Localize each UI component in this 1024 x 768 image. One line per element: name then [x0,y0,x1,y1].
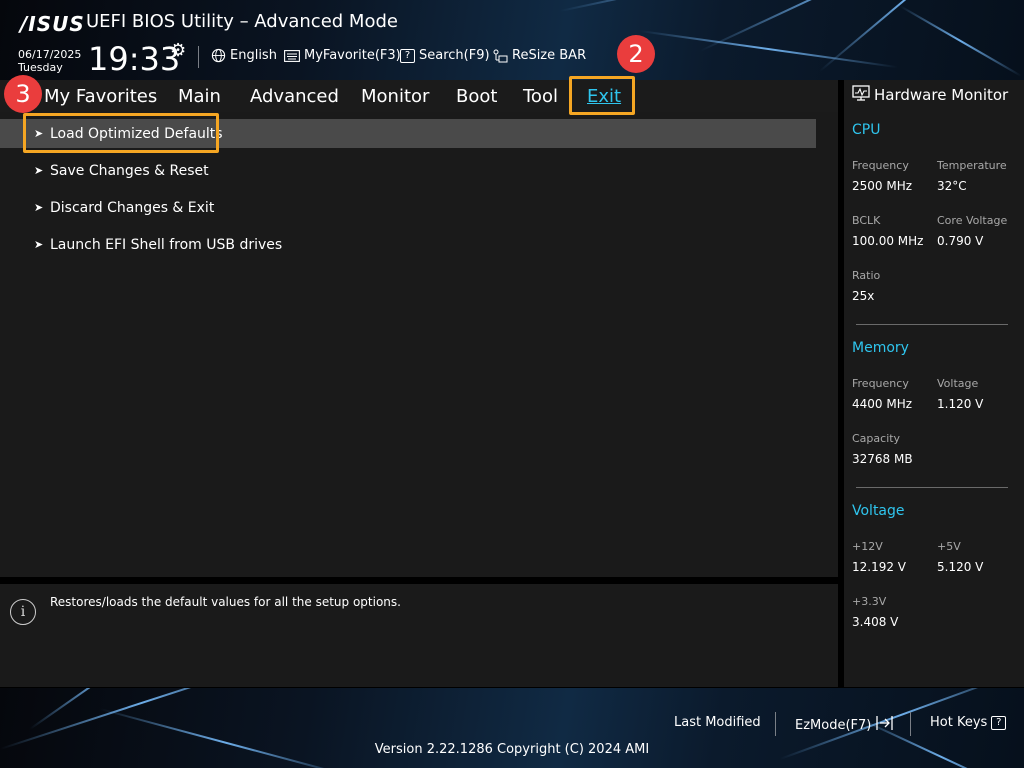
memory-frequency-value: 4400 MHz [852,397,913,411]
tab-boot[interactable]: Boot [456,86,497,107]
menu-item-discard-changes-exit[interactable]: ➤ Discard Changes & Exit [0,193,816,222]
question-icon: ? [991,715,1007,730]
v5-label: +5V [937,540,961,553]
footer-divider [910,712,911,736]
language-button[interactable]: English [210,48,277,63]
keyboard-icon [284,49,300,63]
arrow-right-icon: ➤ [34,238,44,251]
memory-voltage-value: 1.120 V [937,397,984,411]
hot-keys-button[interactable]: Hot Keys ? [930,715,1007,730]
memory-heading: Memory [852,340,909,356]
hardware-monitor-title: Hardware Monitor [852,85,1008,105]
cpu-frequency-label: Frequency [852,159,909,172]
search-button[interactable]: ? Search(F9) [400,48,490,63]
arrow-right-icon: ➤ [34,164,44,177]
hw-divider [856,324,1008,325]
clock[interactable]: 19:33 [88,40,180,78]
date-text: 06/17/2025 [18,48,82,61]
header-divider [198,46,199,68]
question-icon: ? [400,48,415,63]
tab-advanced[interactable]: Advanced [250,86,339,107]
capacity-value: 32768 MB [852,452,913,466]
memory-frequency-label: Frequency [852,377,909,390]
version-text: Version 2.22.1286 Copyright (C) 2024 AMI [374,742,650,757]
main-tab-bar: My Favorites Main Advanced Monitor Boot … [0,80,838,112]
ratio-value: 25x [852,289,875,303]
ratio-label: Ratio [852,269,881,282]
monitor-icon [852,85,870,105]
exit-arrow-icon [875,715,895,735]
menu-item-launch-efi-shell[interactable]: ➤ Launch EFI Shell from USB drives [0,230,816,259]
resize-bar-label: ReSize BAR [512,48,587,63]
bclk-label: BCLK [852,214,881,227]
exit-menu-panel: ➤ Load Optimized Defaults ➤ Save Changes… [0,112,838,577]
voltage-heading: Voltage [852,503,905,519]
app-title: UEFI BIOS Utility – Advanced Mode [86,11,398,32]
tab-exit[interactable]: Exit [587,86,621,107]
footer-divider [775,712,776,736]
v33-value: 3.408 V [852,615,899,629]
menu-item-label: Discard Changes & Exit [50,199,215,216]
v33-label: +3.3V [852,595,887,608]
last-modified-button[interactable]: Last Modified [674,715,761,730]
step-badge-3: 3 [4,75,42,113]
ezmode-label: EzMode(F7) [795,717,872,733]
gear-icon[interactable]: ⚙ [170,40,186,61]
v5-value: 5.120 V [937,560,984,574]
help-text: Restores/loads the default values for al… [50,595,401,609]
cpu-heading: CPU [852,122,881,138]
ezmode-button[interactable]: EzMode(F7) [795,715,895,735]
hw-divider [856,487,1008,488]
asus-logo: /ISUS [20,12,85,36]
core-voltage-value: 0.790 V [937,234,984,248]
arrow-right-icon: ➤ [34,127,44,140]
menu-item-load-optimized-defaults[interactable]: ➤ Load Optimized Defaults [0,119,816,148]
tab-monitor[interactable]: Monitor [361,86,429,107]
memory-voltage-label: Voltage [937,377,979,390]
day-text: Tuesday [18,61,63,74]
menu-item-label: Save Changes & Reset [50,162,209,179]
menu-item-label: Launch EFI Shell from USB drives [50,236,283,253]
cpu-temperature-value: 32°C [937,179,967,193]
language-label: English [230,48,277,63]
myfavorite-button[interactable]: MyFavorite(F3) [284,48,401,63]
cpu-frequency-value: 2500 MHz [852,179,913,193]
menu-item-save-changes-reset[interactable]: ➤ Save Changes & Reset [0,156,816,185]
arrow-right-icon: ➤ [34,201,44,214]
tab-tool[interactable]: Tool [523,86,558,107]
hot-keys-label: Hot Keys [930,715,988,730]
hardware-monitor-panel: Hardware Monitor CPU Frequency Temperatu… [844,80,1024,687]
core-voltage-label: Core Voltage [937,214,1008,227]
myfavorite-label: MyFavorite(F3) [304,48,401,63]
resize-bar-icon [492,49,508,63]
capacity-label: Capacity [852,432,901,445]
resize-bar-button[interactable]: ReSize BAR [492,48,586,63]
menu-item-label: Load Optimized Defaults [50,125,223,142]
cpu-temperature-label: Temperature [937,159,1007,172]
tab-my-favorites[interactable]: My Favorites [44,86,157,107]
step-badge-2: 2 [617,35,655,73]
search-label: Search(F9) [419,48,490,63]
globe-icon [210,48,226,63]
v12-label: +12V [852,540,883,553]
v12-value: 12.192 V [852,560,907,574]
hardware-monitor-label: Hardware Monitor [874,86,1009,104]
tab-main[interactable]: Main [178,86,221,107]
date-display: 06/17/2025 Tuesday [18,48,81,74]
info-icon: i [10,599,36,625]
help-panel: i Restores/loads the default values for … [0,584,838,687]
bclk-value: 100.00 MHz [852,234,924,248]
